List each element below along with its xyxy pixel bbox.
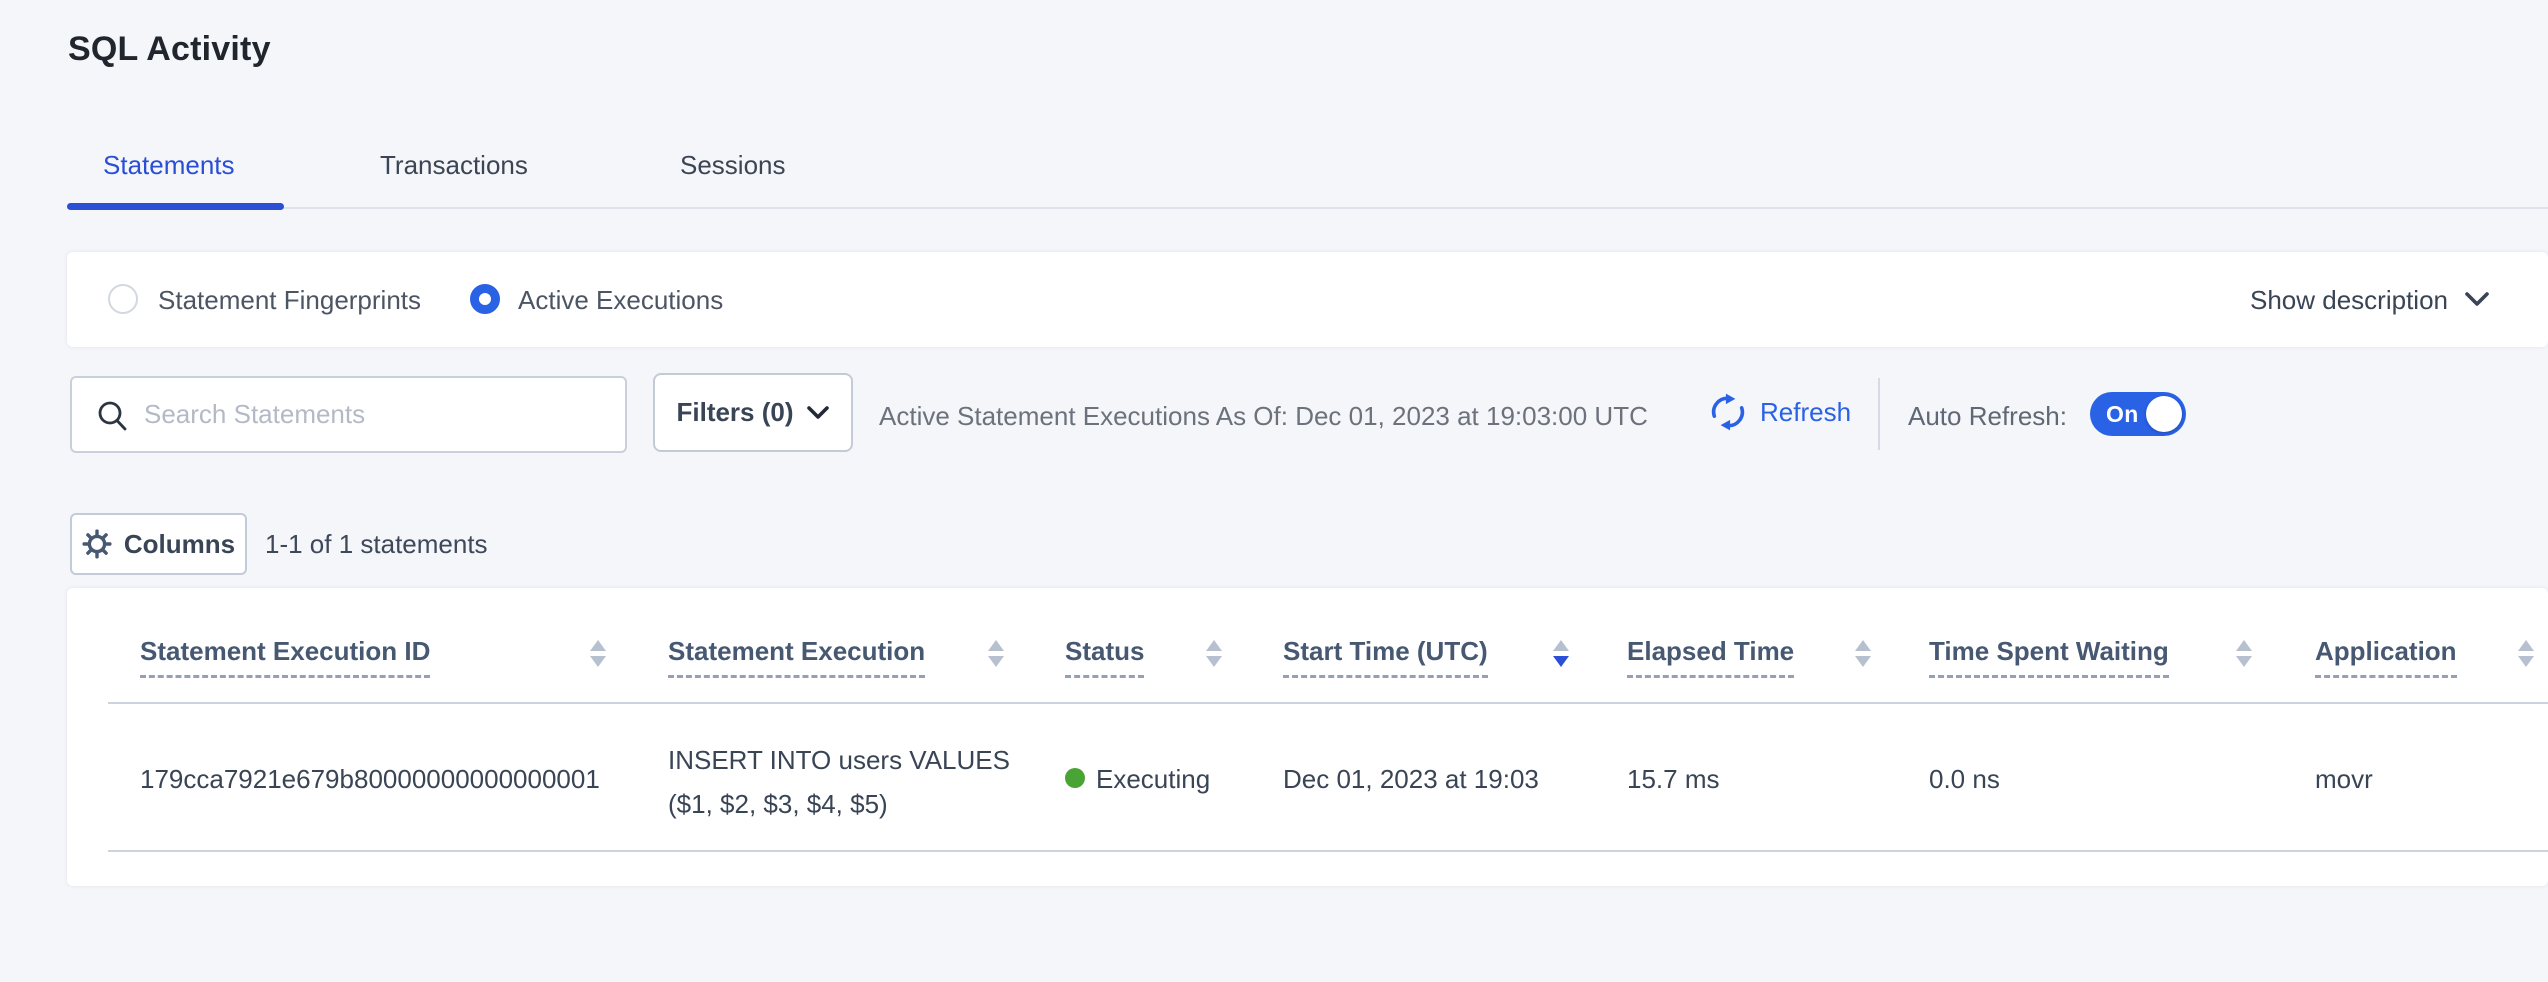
radio-statement-fingerprints[interactable]: [108, 284, 138, 314]
gear-icon: [82, 529, 112, 559]
radio-label-statement-fingerprints[interactable]: Statement Fingerprints: [158, 285, 421, 315]
column-header-status[interactable]: Status: [1065, 636, 1144, 678]
view-mode-card: Statement Fingerprints Active Executions…: [67, 252, 2548, 347]
refresh-icon: [1708, 392, 1748, 432]
columns-button-label: Columns: [124, 529, 235, 560]
auto-refresh-toggle[interactable]: On: [2090, 392, 2186, 436]
filters-button-label: Filters (0): [676, 397, 793, 428]
table-row-separator: [108, 850, 2548, 852]
tab-divider-line: [67, 207, 2548, 209]
sort-icon-elapsed-time[interactable]: [1855, 640, 1871, 667]
column-header-time-spent-waiting[interactable]: Time Spent Waiting: [1929, 636, 2169, 678]
tab-sessions[interactable]: Sessions: [680, 150, 786, 181]
result-count: 1-1 of 1 statements: [265, 529, 488, 560]
refresh-button-label: Refresh: [1760, 397, 1851, 428]
column-header-statement-execution-id[interactable]: Statement Execution ID: [140, 636, 430, 678]
chevron-down-icon: [806, 405, 830, 421]
cell-start-time: Dec 01, 2023 at 19:03: [1283, 764, 1539, 794]
radio-label-active-executions[interactable]: Active Executions: [518, 285, 723, 315]
toggle-state-label: On: [2106, 401, 2139, 428]
active-tab-indicator: [67, 203, 284, 210]
toggle-knob: [2146, 396, 2182, 432]
cell-elapsed-time: 15.7 ms: [1627, 764, 1720, 794]
columns-button[interactable]: Columns: [70, 513, 247, 575]
page-title: SQL Activity: [68, 30, 271, 69]
cell-statement-execution: INSERT INTO users VALUES ($1, $2, $3, $4…: [668, 738, 1010, 826]
column-header-statement-execution[interactable]: Statement Execution: [668, 636, 925, 678]
sort-icon-time-spent-waiting[interactable]: [2236, 640, 2252, 667]
radio-active-executions[interactable]: [470, 284, 500, 314]
search-input[interactable]: [72, 378, 625, 451]
sort-icon-statement-execution-id[interactable]: [590, 640, 606, 667]
table-header-separator: [108, 702, 2548, 704]
sort-icon-statement-execution[interactable]: [988, 640, 1004, 667]
filters-button[interactable]: Filters (0): [653, 373, 853, 452]
show-description-label: Show description: [2250, 285, 2448, 315]
statements-table: Statement Execution ID Statement Executi…: [67, 588, 2548, 886]
cell-status: Executing: [1096, 764, 1210, 794]
statement-line-2: ($1, $2, $3, $4, $5): [668, 782, 1010, 826]
show-description-toggle[interactable]: Show description: [2250, 285, 2490, 315]
tab-transactions[interactable]: Transactions: [380, 150, 528, 181]
cell-statement-execution-id: 179cca7921e679b80000000000000001: [140, 764, 600, 794]
sort-icon-start-time[interactable]: [1553, 640, 1569, 667]
sort-icon-status[interactable]: [1206, 640, 1222, 667]
column-header-elapsed-time[interactable]: Elapsed Time: [1627, 636, 1794, 678]
status-dot-icon: [1065, 768, 1085, 788]
column-header-start-time[interactable]: Start Time (UTC): [1283, 636, 1488, 678]
as-of-timestamp-text: Active Statement Executions As Of: Dec 0…: [879, 401, 1648, 432]
refresh-button[interactable]: Refresh: [1708, 392, 1851, 432]
auto-refresh-label: Auto Refresh:: [1908, 401, 2067, 432]
sort-icon-application[interactable]: [2518, 640, 2534, 667]
cell-time-spent-waiting: 0.0 ns: [1929, 764, 2000, 794]
chevron-down-icon: [2464, 291, 2490, 309]
search-icon: [94, 398, 132, 436]
cell-application: movr: [2315, 764, 2373, 794]
search-statements-box: [70, 376, 627, 453]
statement-line-1: INSERT INTO users VALUES: [668, 738, 1010, 782]
tab-statements[interactable]: Statements: [103, 150, 235, 181]
column-header-application[interactable]: Application: [2315, 636, 2457, 678]
toolbar-divider: [1878, 378, 1880, 450]
